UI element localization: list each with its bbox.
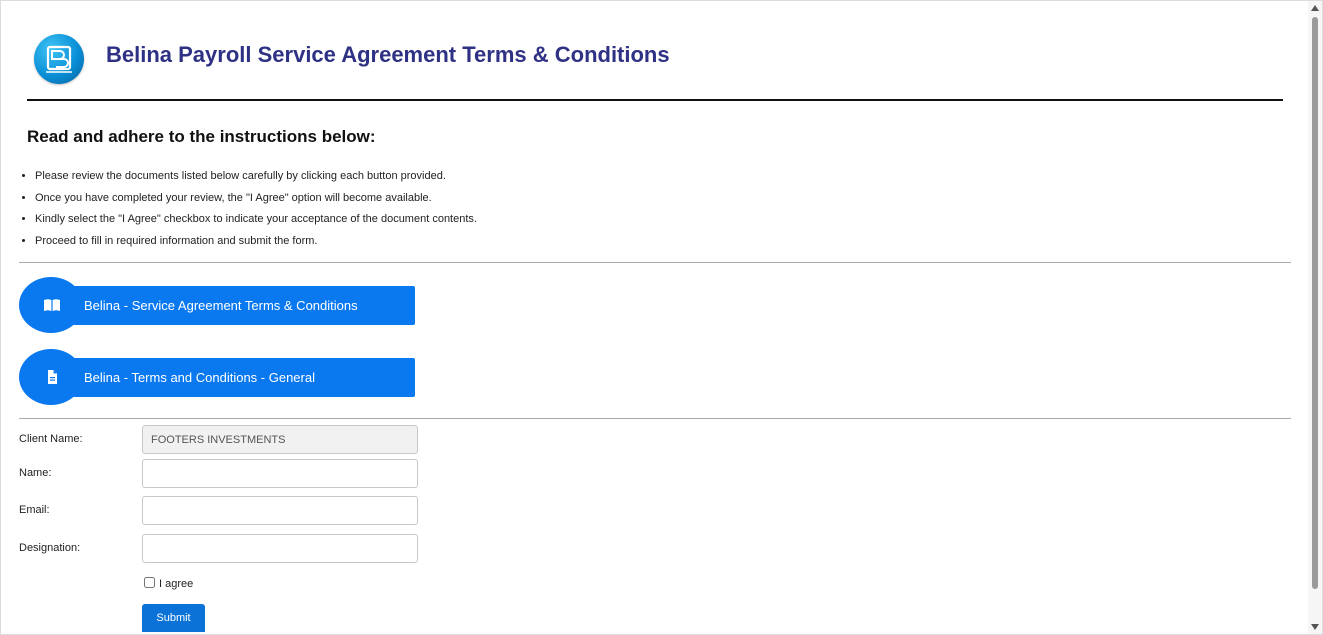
client-name-input[interactable] <box>142 425 418 454</box>
instruction-item: Proceed to fill in required information … <box>35 232 477 254</box>
service-agreement-document-button[interactable]: Belina - Service Agreement Terms & Condi… <box>19 277 415 333</box>
belina-logo-icon <box>34 34 84 84</box>
general-terms-document-button[interactable]: Belina - Terms and Conditions - General <box>19 349 415 405</box>
book-open-icon <box>44 299 60 311</box>
agree-checkbox[interactable] <box>144 577 155 588</box>
general-terms-label: Belina - Terms and Conditions - General <box>84 370 315 385</box>
instruction-item: Kindly select the "I Agree" checkbox to … <box>35 210 477 232</box>
vertical-scrollbar[interactable] <box>1308 1 1322 634</box>
scroll-thumb[interactable] <box>1312 17 1318 589</box>
file-document-icon <box>48 370 57 384</box>
page: Belina Payroll Service Agreement Terms &… <box>0 0 1323 635</box>
page-title: Belina Payroll Service Agreement Terms &… <box>106 42 670 67</box>
designation-label: Designation: <box>19 542 81 554</box>
designation-input[interactable] <box>142 534 418 563</box>
submit-button[interactable]: Submit <box>142 604 205 632</box>
name-input[interactable] <box>142 459 418 488</box>
instructions-divider <box>19 262 1291 263</box>
documents-divider <box>19 418 1291 419</box>
name-label: Name: <box>19 467 52 479</box>
instruction-item: Please review the documents listed below… <box>35 167 477 189</box>
instructions-list: Please review the documents listed below… <box>15 167 477 253</box>
instructions-heading: Read and adhere to the instructions belo… <box>27 127 376 146</box>
email-input[interactable] <box>142 496 418 525</box>
agree-label: I agree <box>159 578 194 590</box>
instruction-item: Once you have completed your review, the… <box>35 189 477 211</box>
email-label: Email: <box>19 504 50 516</box>
agree-option[interactable]: I agree <box>144 577 193 590</box>
scroll-up-arrow-icon[interactable] <box>1311 5 1319 11</box>
client-name-label: Client Name: <box>19 433 83 445</box>
scroll-down-arrow-icon[interactable] <box>1311 624 1319 630</box>
header-divider <box>27 99 1283 101</box>
service-agreement-label: Belina - Service Agreement Terms & Condi… <box>84 298 358 313</box>
